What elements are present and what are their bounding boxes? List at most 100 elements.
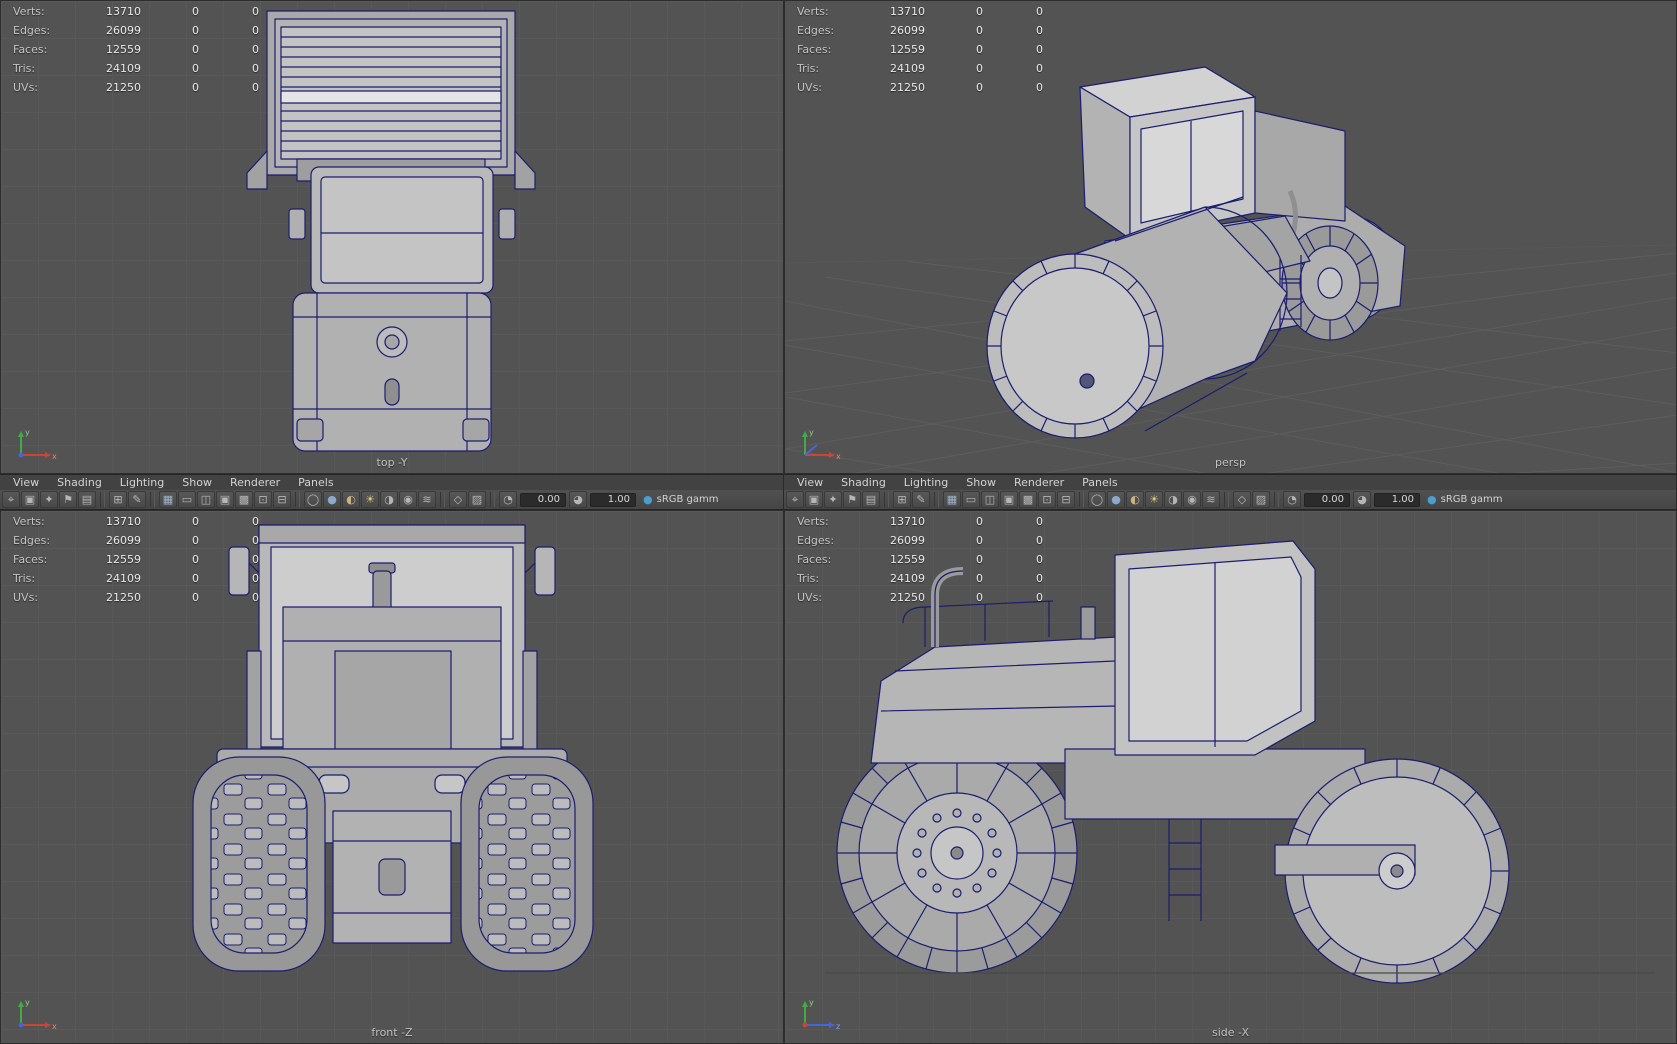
grid-icon[interactable]: ▦ — [159, 491, 177, 508]
grid-icon[interactable]: ▦ — [943, 491, 961, 508]
svg-text:x: x — [52, 1022, 57, 1031]
viewport-front[interactable]: Verts: 13710 0 0 Edges: 26099 0 0 Faces: 12559 0 0 T… — [0, 510, 784, 1044]
image-plane-icon[interactable]: ▤ — [78, 491, 96, 508]
panel-menu-renderer[interactable]: Renderer — [1005, 476, 1073, 489]
film-gate-icon[interactable]: ▭ — [962, 491, 980, 508]
shaded-icon[interactable]: ● — [1107, 491, 1125, 508]
2d-pan-zoom-icon[interactable]: ⊞ — [109, 491, 127, 508]
motion-blur-icon[interactable]: ≋ — [418, 491, 436, 508]
toolbar-separator — [884, 492, 889, 507]
colorspace-label: sRGB gamm — [656, 494, 719, 505]
stats-value: 12559 — [106, 553, 141, 566]
stats-label: Tris: — [13, 572, 36, 585]
gamma-toggle-icon[interactable]: ◕ — [1353, 491, 1371, 508]
stats-row: Tris: 24109 0 0 — [797, 59, 1043, 78]
field-chart-icon[interactable]: ▩ — [235, 491, 253, 508]
field-chart-icon[interactable]: ▩ — [1019, 491, 1037, 508]
use-all-lights-icon[interactable]: ☀ — [1145, 491, 1163, 508]
gate-mask-icon[interactable]: ▣ — [216, 491, 234, 508]
shadows-icon[interactable]: ◑ — [380, 491, 398, 508]
stats-value: 21250 — [106, 591, 141, 604]
stats-value: 24109 — [890, 572, 925, 585]
bookmarks-icon[interactable]: ⚑ — [59, 491, 77, 508]
exposure-field[interactable]: 0.00 — [520, 492, 566, 507]
stats-col1: 0 — [976, 572, 983, 585]
safe-action-icon[interactable]: ⊡ — [1038, 491, 1056, 508]
panel-menu-view[interactable]: View — [788, 476, 832, 489]
camera-attributes-icon[interactable]: ✦ — [40, 491, 58, 508]
grease-pencil-icon[interactable]: ✎ — [912, 491, 930, 508]
safe-title-icon[interactable]: ⊟ — [273, 491, 291, 508]
camera-attributes-icon[interactable]: ✦ — [824, 491, 842, 508]
resolution-gate-icon[interactable]: ◫ — [197, 491, 215, 508]
panel-menu-view[interactable]: View — [4, 476, 48, 489]
grease-pencil-icon[interactable]: ✎ — [128, 491, 146, 508]
colorspace-label: sRGB gamm — [1440, 494, 1503, 505]
exposure-toggle-icon[interactable]: ◔ — [499, 491, 517, 508]
panel-menu-shading[interactable]: Shading — [48, 476, 111, 489]
wireframe-icon[interactable]: ◯ — [1088, 491, 1106, 508]
toolbar-separator — [1079, 492, 1084, 507]
stats-value: 12559 — [890, 43, 925, 56]
safe-title-icon[interactable]: ⊟ — [1057, 491, 1075, 508]
stats-row: Tris: 24109 0 0 — [13, 59, 259, 78]
stats-col1: 0 — [192, 81, 199, 94]
gamma-field[interactable]: 1.00 — [590, 492, 636, 507]
select-camera-icon[interactable]: ⌖ — [786, 491, 804, 508]
panel-menu-lighting[interactable]: Lighting — [895, 476, 957, 489]
isolate-select-icon[interactable]: ◇ — [449, 491, 467, 508]
xray-icon[interactable]: ▨ — [468, 491, 486, 508]
shaded-icon[interactable]: ● — [323, 491, 341, 508]
panel-toolbars: View Shading Lighting Show Renderer Panels ⌖ ▣… — [0, 474, 1677, 510]
stats-row: Edges: 26099 0 0 — [797, 531, 1043, 550]
viewport-top[interactable]: Verts: 13710 0 0 Edges: 26099 0 0 Faces: 12559 0 0 T… — [0, 0, 784, 474]
lock-camera-icon[interactable]: ▣ — [805, 491, 823, 508]
colorspace-badge[interactable]: ● sRGB gamm — [643, 493, 719, 506]
safe-action-icon[interactable]: ⊡ — [254, 491, 272, 508]
stats-hud: Verts: 13710 0 0 Edges: 26099 0 0 Faces: 12559 0 0 T… — [13, 512, 259, 607]
select-camera-icon[interactable]: ⌖ — [2, 491, 20, 508]
stats-value: 24109 — [106, 572, 141, 585]
xray-icon[interactable]: ▨ — [1252, 491, 1270, 508]
panel-menu-lighting[interactable]: Lighting — [111, 476, 173, 489]
shadows-icon[interactable]: ◑ — [1164, 491, 1182, 508]
2d-pan-zoom-icon[interactable]: ⊞ — [893, 491, 911, 508]
exposure-toggle-icon[interactable]: ◔ — [1283, 491, 1301, 508]
stats-row: Tris: 24109 0 0 — [13, 569, 259, 588]
panel-menu-show[interactable]: Show — [957, 476, 1005, 489]
bookmarks-icon[interactable]: ⚑ — [843, 491, 861, 508]
stats-col2: 0 — [252, 5, 259, 18]
panel-menu-panels[interactable]: Panels — [289, 476, 342, 489]
gate-mask-icon[interactable]: ▣ — [1000, 491, 1018, 508]
stats-label: Faces: — [13, 553, 48, 566]
isolate-select-icon[interactable]: ◇ — [1233, 491, 1251, 508]
motion-blur-icon[interactable]: ≋ — [1202, 491, 1220, 508]
gamma-field[interactable]: 1.00 — [1374, 492, 1420, 507]
panel-menu-panels[interactable]: Panels — [1073, 476, 1126, 489]
wireframe-icon[interactable]: ◯ — [304, 491, 322, 508]
stats-value: 12559 — [106, 43, 141, 56]
exposure-field[interactable]: 0.00 — [1304, 492, 1350, 507]
stats-col2: 0 — [1036, 591, 1043, 604]
viewport-side[interactable]: Verts: 13710 0 0 Edges: 26099 0 0 Faces: 12559 0 0 T… — [784, 510, 1677, 1044]
ambient-occlusion-icon[interactable]: ◉ — [399, 491, 417, 508]
textured-icon[interactable]: ◐ — [342, 491, 360, 508]
film-gate-icon[interactable]: ▭ — [178, 491, 196, 508]
panel-menu-shading[interactable]: Shading — [832, 476, 895, 489]
image-plane-icon[interactable]: ▤ — [862, 491, 880, 508]
resolution-gate-icon[interactable]: ◫ — [981, 491, 999, 508]
lock-camera-icon[interactable]: ▣ — [21, 491, 39, 508]
ambient-occlusion-icon[interactable]: ◉ — [1183, 491, 1201, 508]
axis-gizmo: x y — [18, 428, 57, 461]
stats-value: 26099 — [890, 24, 925, 37]
stats-label: Edges: — [797, 534, 835, 547]
use-all-lights-icon[interactable]: ☀ — [361, 491, 379, 508]
gamma-toggle-icon[interactable]: ◕ — [569, 491, 587, 508]
viewport-persp[interactable]: Verts: 13710 0 0 Edges: 26099 0 0 Faces: 12559 0 0 T… — [784, 0, 1677, 474]
toolbar-separator — [934, 492, 939, 507]
stats-col1: 0 — [976, 515, 983, 528]
panel-menu-show[interactable]: Show — [173, 476, 221, 489]
panel-menu-renderer[interactable]: Renderer — [221, 476, 289, 489]
colorspace-badge[interactable]: ● sRGB gamm — [1427, 493, 1503, 506]
textured-icon[interactable]: ◐ — [1126, 491, 1144, 508]
